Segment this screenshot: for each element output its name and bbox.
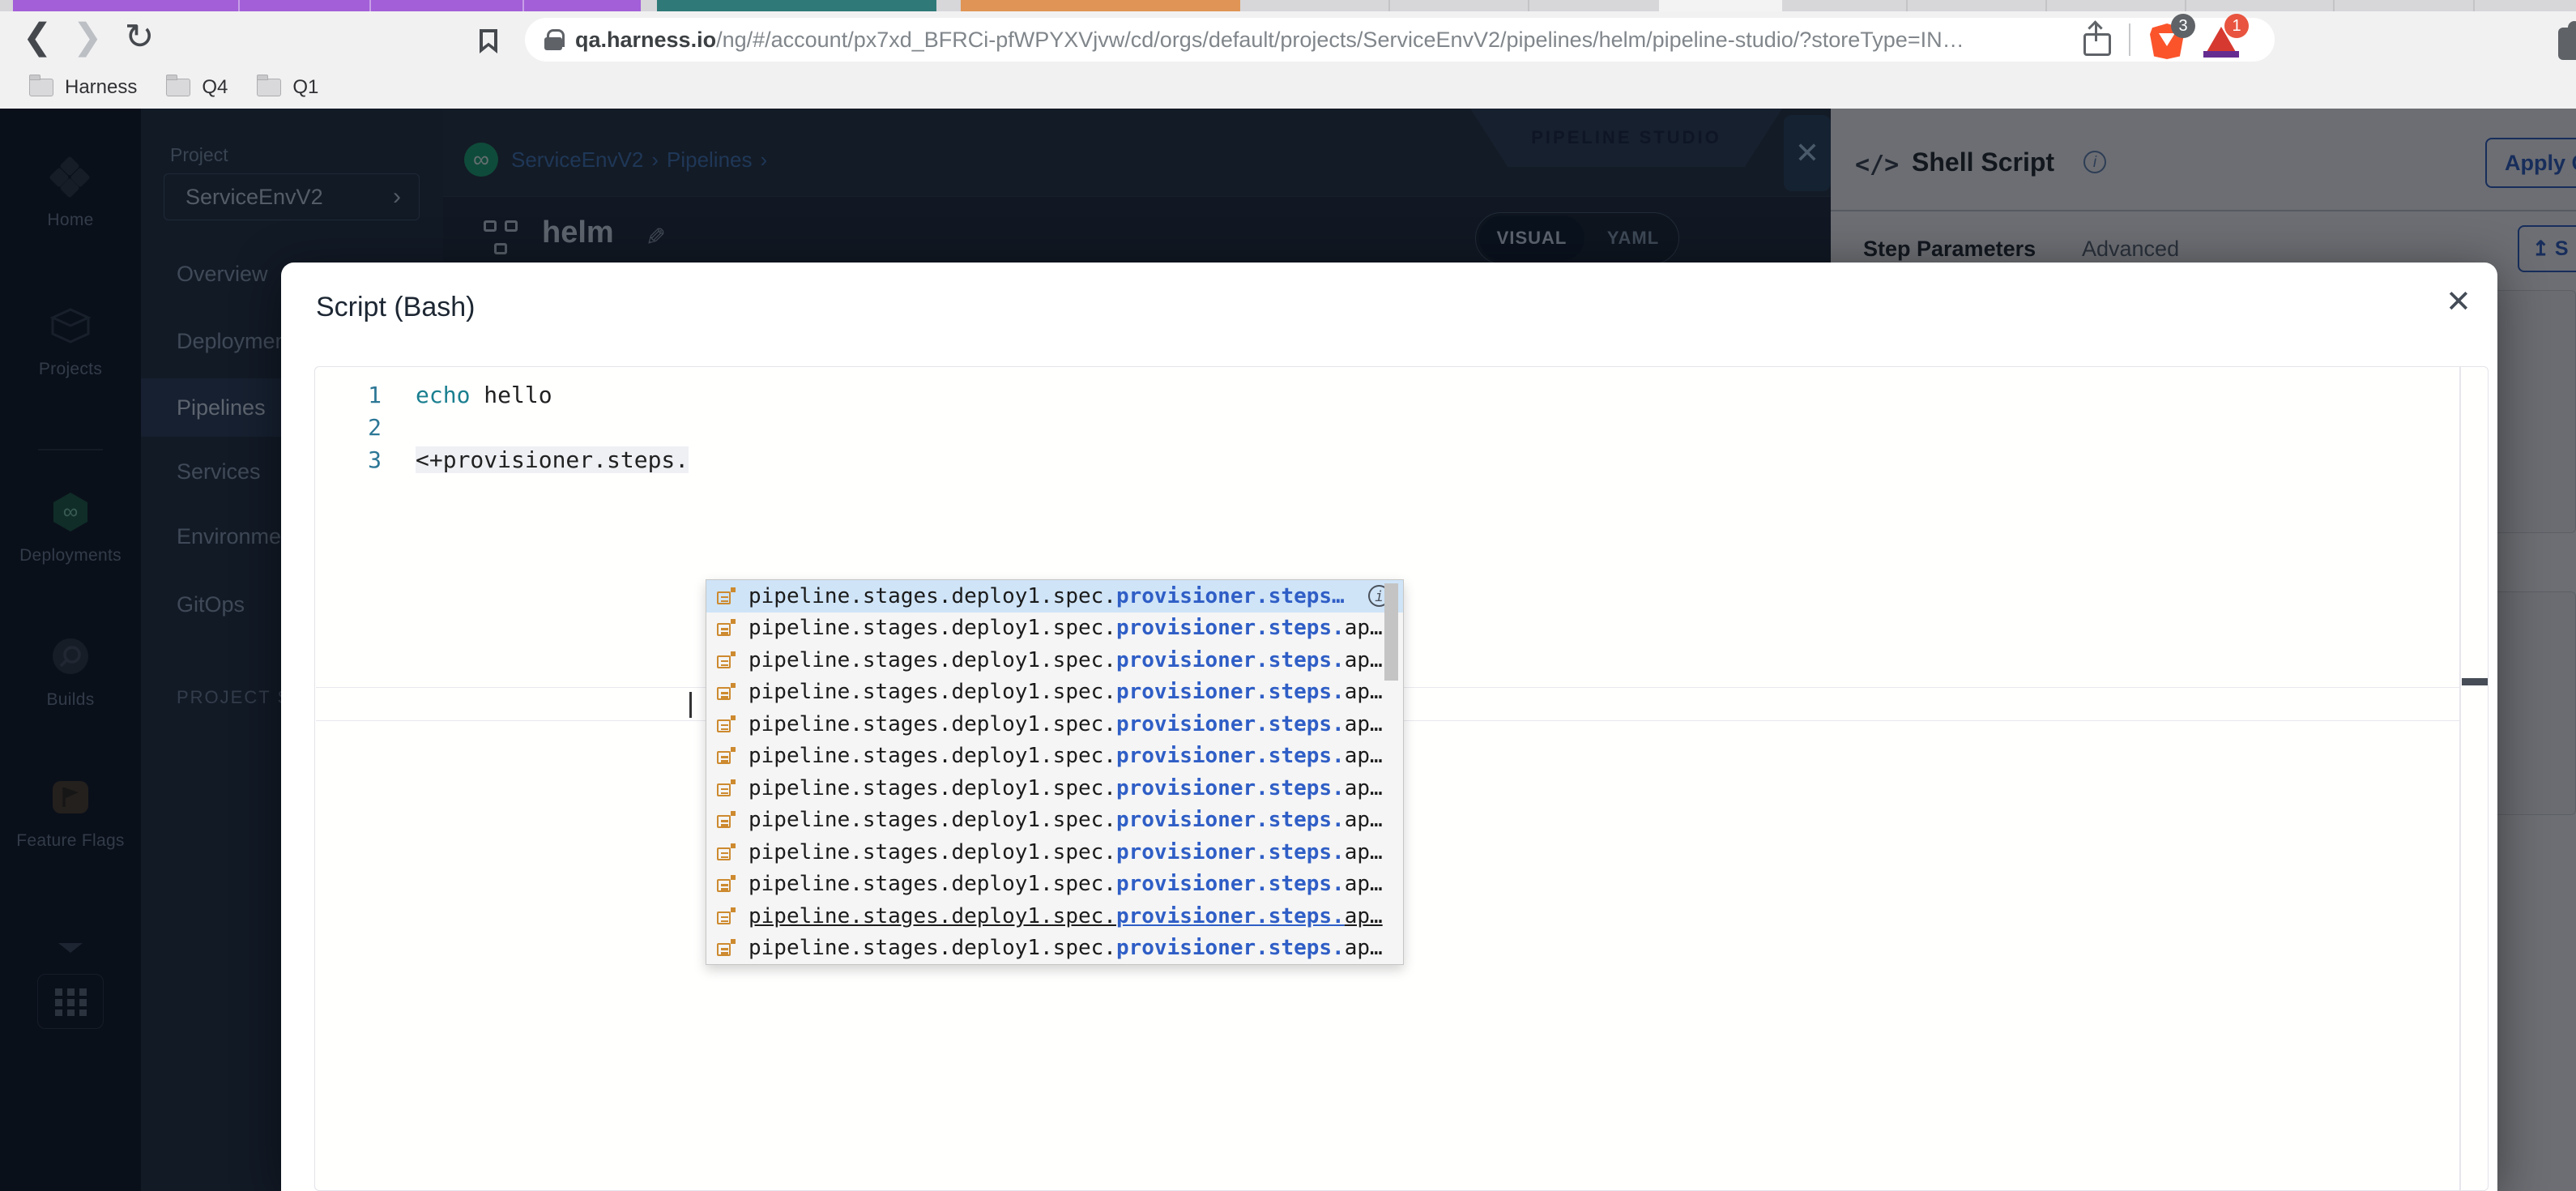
snippet-icon [716,617,737,638]
snippet-icon [716,650,737,671]
suggest-item[interactable]: pipeline.stages.deploy1.spec. provisioner… [706,580,1403,613]
tab-separator [2185,0,2186,11]
tab-separator [1906,0,1908,11]
bookmark-label: Q1 [292,76,319,98]
text-caret [689,692,692,718]
suggest-item[interactable]: pipeline.stages.deploy1.spec. provisioner… [706,708,1403,741]
bookmark-icon[interactable] [480,29,497,53]
tab-separator [522,0,524,11]
bookmark-label: Harness [65,76,138,98]
tab-separator [2473,0,2475,11]
suggest-item[interactable]: pipeline.stages.deploy1.spec. provisioner… [706,836,1403,869]
browser-tab[interactable] [657,0,936,11]
snippet-icon [716,937,737,958]
reload-button[interactable]: ↻ [118,16,160,58]
autocomplete-popup: pipeline.stages.deploy1.spec. provisioner… [706,579,1404,965]
browser-tab[interactable] [13,0,641,11]
share-icon[interactable] [2083,23,2111,56]
snippet-icon [716,714,737,735]
tab-separator [238,0,240,11]
suggest-item[interactable]: pipeline.stages.deploy1.spec. provisioner… [706,677,1403,709]
suggest-item[interactable]: pipeline.stages.deploy1.spec. provisioner… [706,613,1403,645]
suggest-item[interactable]: pipeline.stages.deploy1.spec. provisioner… [706,900,1403,933]
back-button[interactable]: ❮ [16,16,58,58]
bookmark-label: Q4 [202,76,228,98]
line-number: 1 [368,382,382,408]
bat-icon[interactable]: 1 [2202,14,2249,59]
suggest-item[interactable]: pipeline.stages.deploy1.spec. provisioner… [706,772,1403,805]
tab-separator [2045,0,2047,11]
bookmark-item[interactable]: Harness [29,75,138,99]
url-text[interactable]: qa.harness.io/ng/#/account/px7xd_BFRCi-p… [575,28,2075,53]
tab-separator [1388,0,1390,11]
suggest-item[interactable]: pipeline.stages.deploy1.spec. provisioner… [706,805,1403,837]
snippet-icon [716,842,737,863]
tab-separator [369,0,371,11]
folder-icon [257,75,282,96]
browser-tab-strip[interactable] [0,0,2576,11]
line-content: <+provisioner.steps. [416,446,689,473]
line-number: 2 [368,414,382,441]
snippet-icon [716,809,737,830]
snippet-icon [716,681,737,702]
editor-line[interactable]: 1 echo hello [315,379,2488,412]
url-domain: qa.harness.io [575,27,717,52]
snippet-icon [716,586,737,607]
suggest-item[interactable]: pipeline.stages.deploy1.spec. provisioner… [706,741,1403,773]
minimap-divider [2459,367,2461,1190]
snippet-icon [716,873,737,894]
browser-tab[interactable] [1659,0,1782,11]
browser-toolbar: ❮ ❯ ↻ qa.harness.io/ng/#/account/px7xd_B… [0,11,2576,66]
tab-separator [1528,0,1529,11]
extensions-puzzle-icon[interactable] [2558,21,2576,60]
harness-app: HomeProjects∞DeploymentsBuildsFeature Fl… [0,109,2576,1191]
snippet-icon [716,745,737,766]
folder-icon [29,75,53,96]
brave-shield-icon[interactable]: 3 [2148,14,2195,59]
code-editor[interactable]: 1 echo hello 2 3 <+provisioner.steps. pipeli… [314,366,2489,1191]
tab-separator [2333,0,2335,11]
bookmarks-bar: Harness Q4 Q1 [0,66,2576,109]
line-content: echo hello [416,382,552,408]
folder-icon [166,75,191,96]
dialog-close-button[interactable]: ✕ [2446,284,2472,320]
line-number: 3 [368,446,382,473]
script-editor-dialog: Script (Bash) ✕ 1 echo hello 2 3 <+provision… [281,263,2497,1191]
suggest-item[interactable]: pipeline.stages.deploy1.spec. provisioner… [706,644,1403,677]
bat-badge: 1 [2224,14,2249,38]
suggest-item[interactable]: pipeline.stages.deploy1.spec. provisioner… [706,933,1403,965]
bookmark-item[interactable]: Q4 [166,75,228,99]
snippet-icon [716,778,737,799]
editor-line[interactable]: 2 [315,412,2488,444]
toolbar-divider [2129,23,2130,56]
snippet-icon [716,906,737,927]
dialog-title: Script (Bash) [316,292,476,322]
browser-tab[interactable] [961,0,1240,11]
url-bar[interactable]: qa.harness.io/ng/#/account/px7xd_BFRCi-p… [525,14,2275,62]
bookmark-item[interactable]: Q1 [257,75,319,99]
suggest-scrollbar[interactable] [1384,583,1398,681]
brave-badge: 3 [2171,14,2195,38]
editor-line[interactable]: 3 <+provisioner.steps. [315,444,2488,476]
forward-button[interactable]: ❯ [66,16,109,58]
lock-icon[interactable] [544,29,565,50]
url-path: /ng/#/account/px7xd_BFRCi-pfWPYXVjvw/cd/… [716,27,1964,52]
suggest-item[interactable]: pipeline.stages.deploy1.spec. provisioner… [706,869,1403,901]
overview-ruler-marker [2462,678,2488,685]
